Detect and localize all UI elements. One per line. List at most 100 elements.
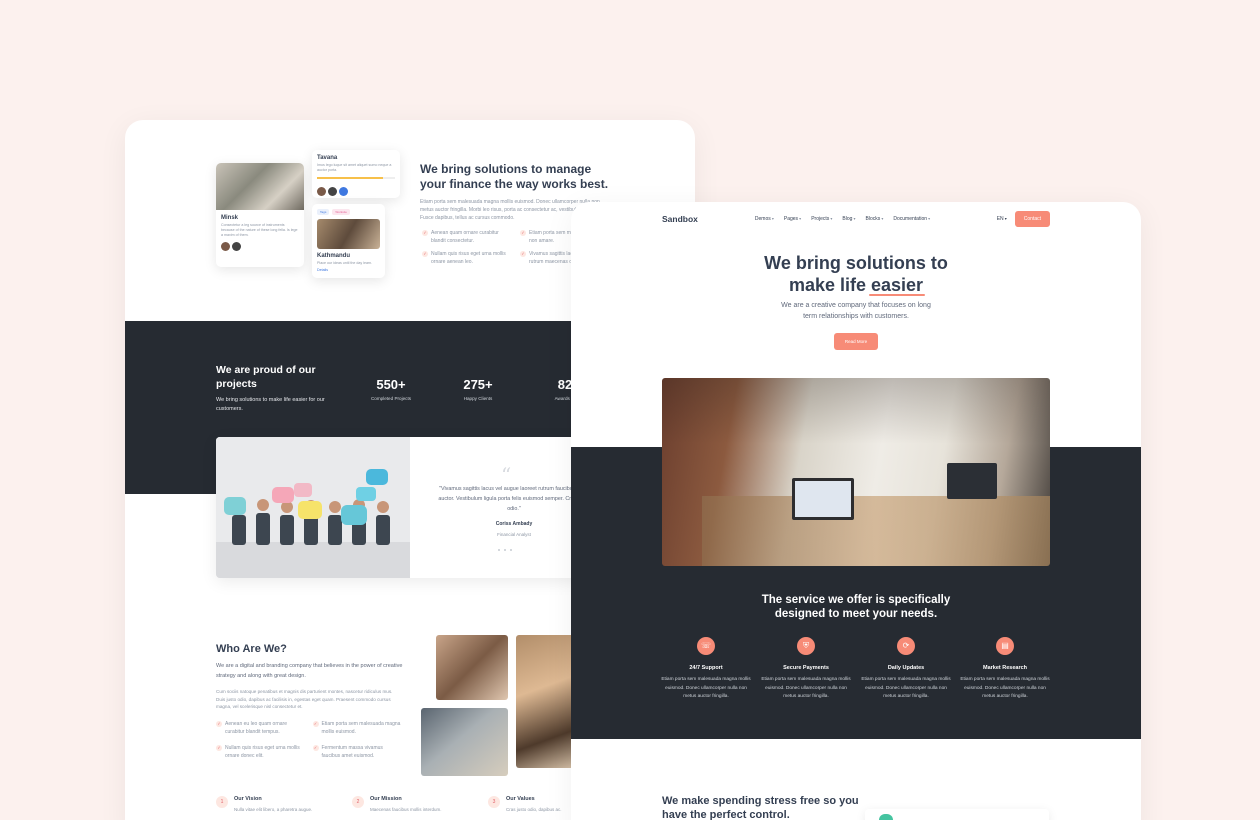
feature-desc: Etiam porta sem malesuada magna mollis e…: [661, 677, 751, 699]
avatar: [317, 187, 326, 196]
feature-desc: Etiam porta sem malesuada magna mollis e…: [861, 677, 951, 699]
hero-highlight: easier: [870, 275, 924, 295]
spending-heading: We make spending stress free so you have…: [662, 795, 859, 820]
feature-updates: ⟳ Daily Updates Etiam porta sem malesuad…: [861, 637, 951, 702]
avatar: [232, 242, 241, 251]
mission-desc: Maecenas faucibus mollis interdum.: [370, 807, 442, 812]
avatar-group: [312, 183, 400, 200]
project-link[interactable]: Details: [312, 266, 385, 274]
tag: Worksite: [332, 209, 350, 215]
project-card-kathmandu[interactable]: Tags Worksite Kathmandu Place our ideas u…: [312, 204, 385, 278]
testimonial-role: Financial Analyst: [497, 532, 531, 537]
hero-heading: We bring solutions to make life easier: [571, 252, 1141, 296]
list-item: Aenean eu leo quam ornare curabitur blan…: [216, 721, 305, 736]
hero-line-1: We bring solutions to: [764, 253, 948, 273]
tag: Tags: [317, 209, 330, 215]
nav-item-projects[interactable]: Projects: [811, 216, 832, 222]
about-body: Cum sociis natoque penatibus et magnis d…: [216, 689, 393, 709]
vision-title: Our Vision: [234, 796, 262, 802]
language-selector[interactable]: EN: [997, 216, 1007, 222]
values-title: Our Values: [506, 796, 535, 802]
services-heading: The service we offer is specifically des…: [571, 593, 1141, 621]
feature-payments: ⛨ Secure Payments Etiam porta sem malesu…: [761, 637, 851, 702]
list-item: Nullam quis risus eget urna mollis ornar…: [422, 251, 514, 266]
project-card-minsk[interactable]: Minsk Consectetur a leg source of instru…: [216, 163, 304, 267]
carousel-dots[interactable]: [498, 549, 512, 551]
list-item: Fermentum massa vivamus faucibus amet eu…: [312, 745, 402, 760]
hero-line-2: make life: [788, 275, 871, 295]
nav-item-documentation[interactable]: Documentation: [893, 216, 930, 222]
mission-item: 2 Our Mission Maecenas faucibus mollis in…: [352, 796, 472, 812]
stat-number: 550+: [376, 377, 406, 392]
feature-support: ☏ 24/7 Support Etiam porta sem malesuada…: [661, 637, 751, 702]
avatar: [339, 187, 348, 196]
progress-bar: [317, 177, 395, 179]
about-lead: We are a digital and branding company th…: [216, 663, 403, 679]
stat-number: 275+: [463, 377, 493, 392]
nav-item-demos[interactable]: Demos: [755, 216, 774, 222]
feature-title: Secure Payments: [783, 665, 829, 671]
services-heading-text: The service we offer is specifically des…: [761, 594, 951, 620]
section-heading: We bring solutions to manage your financ…: [420, 162, 609, 191]
dashboard-mockup: [865, 809, 1049, 820]
feature-desc: Etiam porta sem malesuada magna mollis e…: [761, 677, 851, 699]
values-desc: Cras justo odio, dapibus ac.: [506, 807, 562, 812]
avatar: [221, 242, 230, 251]
about-photo: [421, 708, 508, 776]
feature-title: Daily Updates: [887, 665, 925, 671]
feature-title: Market Research: [982, 665, 1028, 671]
read-more-button[interactable]: Read More: [834, 333, 878, 350]
hero-subtext-text: We are a creative company that focuses o…: [781, 302, 931, 320]
list-item: Aenean quam ornare curabitur blandit con…: [422, 230, 514, 245]
front-page-preview: Sandbox Demos Pages Projects Blog Blocks…: [571, 202, 1141, 820]
phone-icon: ☏: [697, 637, 715, 655]
step-number: 3: [488, 796, 500, 808]
stats-subtext: We bring solutions to make life easier f…: [216, 397, 325, 412]
feature-title: 24/7 Support: [689, 665, 723, 671]
project-photo: [216, 163, 304, 210]
about-photo: [436, 635, 508, 700]
stat-clients: 275+ Happy Clients: [443, 377, 513, 401]
feature-desc: Etiam porta sem malesuada magna mollis e…: [960, 677, 1050, 699]
list-item: Etiam porta sem malesuada magna mollis e…: [312, 721, 402, 736]
about-bullet-list: Aenean eu leo quam ornare curabitur blan…: [216, 721, 401, 760]
hero-subtext: We are a creative company that focuses o…: [571, 300, 1141, 322]
about-photo: [516, 635, 576, 768]
shield-icon: ⛨: [797, 637, 815, 655]
refresh-icon: ⟳: [897, 637, 915, 655]
testimonial-name: Coriss Ambady: [495, 521, 533, 527]
avatar-group: [216, 238, 304, 255]
brand-logo[interactable]: Sandbox: [662, 214, 698, 224]
project-photo: [317, 219, 380, 249]
avatar: [328, 187, 337, 196]
nav-item-blog[interactable]: Blog: [842, 216, 855, 222]
project-title: Minsk: [221, 215, 239, 221]
vision-desc: Nulla vitae elit libero, a pharetra augu…: [234, 807, 313, 812]
project-text: Consectetur a leg source of instruments …: [221, 223, 298, 237]
office-photo: [662, 378, 1050, 566]
feature-research: ▤ Market Research Etiam porta sem malesu…: [960, 637, 1050, 702]
contact-button[interactable]: Contact: [1014, 211, 1050, 227]
about-heading: Who Are We?: [216, 643, 287, 655]
vision-item: 1 Our Vision Nulla vitae elit libero, a p…: [216, 796, 336, 812]
stat-label: Happy Clients: [463, 396, 493, 401]
project-text: Imus lego luque sit amet aliquet sumo ne…: [317, 163, 392, 172]
nav-item-blocks[interactable]: Blocks: [866, 216, 884, 222]
project-card-tavana[interactable]: Tavana Imus lego luque sit amet aliquet …: [312, 150, 400, 198]
stats-heading: We are proud of our projects: [216, 364, 316, 390]
step-number: 2: [352, 796, 364, 808]
chart-icon: ▤: [996, 637, 1014, 655]
team-illustration: [216, 437, 410, 578]
stat-label: Completed Projects: [370, 396, 412, 401]
nav-item-pages[interactable]: Pages: [784, 216, 801, 222]
navbar: Sandbox Demos Pages Projects Blog Blocks…: [662, 211, 1050, 227]
testimonial-quote: "Vivamus sagittis lacus vel augue laoree…: [438, 486, 590, 512]
mission-title: Our Mission: [370, 796, 402, 802]
list-item: Nullam quis risus eget urna mollis ornar…: [216, 745, 305, 760]
step-number: 1: [216, 796, 228, 808]
nav-menu: Demos Pages Projects Blog Blocks Documen…: [755, 216, 930, 222]
team-photo: [216, 437, 410, 578]
project-title: Tavana: [317, 155, 338, 161]
stat-completed: 550+ Completed Projects: [356, 377, 426, 401]
project-title: Kathmandu: [317, 253, 350, 259]
